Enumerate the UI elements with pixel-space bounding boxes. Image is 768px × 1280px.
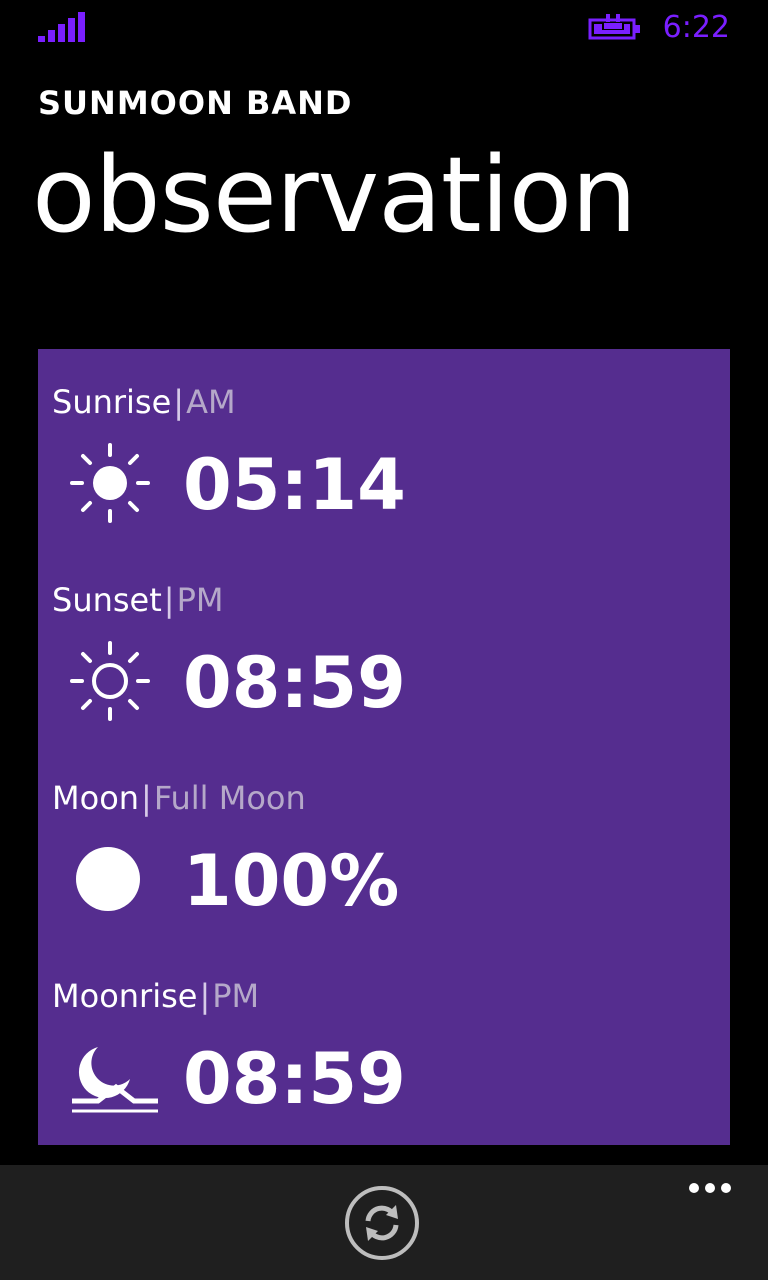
sunset-label: Sunset|PM — [52, 581, 223, 619]
page: 6:22 SUNMOON BAND observation Sunrise|AM — [0, 0, 768, 1280]
more-dots-icon[interactable] — [688, 1181, 732, 1195]
sunset-time: 08:59 — [183, 642, 406, 724]
sunset-row: Sunset|PM 08:59 — [38, 547, 730, 745]
moon-label: Moon|Full Moon — [52, 779, 306, 817]
refresh-icon[interactable] — [344, 1185, 420, 1261]
status-bar: 6:22 — [0, 0, 768, 56]
sunrise-label: Sunrise|AM — [52, 383, 236, 421]
moon-phase: Full Moon — [153, 779, 306, 817]
sunrise-name: Sunrise — [52, 383, 172, 421]
moonrise-label: Moonrise|PM — [52, 977, 259, 1015]
battery-charging-icon — [588, 14, 640, 40]
page-title: observation — [32, 134, 637, 256]
observation-card: Sunrise|AM 05:14 Sunset|PM 08:59 Moon|Fu… — [38, 349, 730, 1145]
sunset-name: Sunset — [52, 581, 162, 619]
app-bar — [0, 1165, 768, 1280]
moon-illumination: 100% — [183, 840, 400, 922]
label-separator: | — [199, 977, 211, 1015]
sunrise-time: 05:14 — [183, 444, 406, 526]
signal-bars-icon — [38, 12, 85, 42]
moonrise-icon — [72, 1047, 158, 1113]
sunrise-period: AM — [186, 383, 236, 421]
sunset-period: PM — [176, 581, 224, 619]
moon-row: Moon|Full Moon 100% — [38, 745, 730, 943]
status-time: 6:22 — [662, 10, 730, 45]
sun-filled-icon — [70, 443, 150, 523]
label-separator: | — [163, 581, 175, 619]
sun-outline-icon — [70, 641, 150, 721]
moonrise-time: 08:59 — [183, 1038, 406, 1120]
label-separator: | — [141, 779, 152, 817]
moonrise-row: Moonrise|PM 08:59 — [38, 943, 730, 1141]
full-moon-icon — [76, 847, 140, 911]
label-separator: | — [173, 383, 185, 421]
sunrise-row: Sunrise|AM 05:14 — [38, 349, 730, 547]
moon-name: Moon — [52, 779, 140, 817]
moonrise-name: Moonrise — [52, 977, 198, 1015]
app-name: SUNMOON BAND — [38, 84, 353, 122]
moonrise-period: PM — [212, 977, 260, 1015]
